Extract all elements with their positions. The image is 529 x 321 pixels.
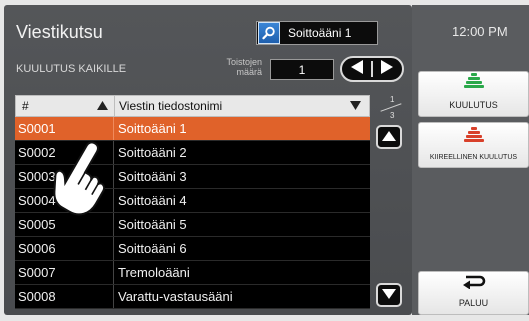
- table-row[interactable]: S0006 Soittoääni 6: [15, 237, 370, 261]
- intercom-screen: Viestikutsu KUULUTUS KAIKILLE Soittoääni…: [0, 0, 529, 321]
- row-id: S0006: [15, 237, 114, 260]
- repeat-count-stepper[interactable]: [340, 56, 404, 82]
- repeat-label-line1: Toistojen: [226, 57, 262, 67]
- page-current: 1: [390, 95, 395, 104]
- triangle-up-icon: [382, 128, 396, 146]
- announce-button[interactable]: KUULUTUS: [418, 71, 529, 117]
- row-id: S0001: [15, 117, 114, 140]
- search-icon[interactable]: [258, 22, 280, 44]
- row-id: S0008: [15, 285, 114, 308]
- row-filename: Soittoääni 4: [118, 193, 187, 208]
- repeat-label-line2: määrä: [236, 67, 262, 77]
- search-field[interactable]: Soittoääni 1: [256, 21, 378, 45]
- row-id: S0007: [15, 261, 114, 284]
- back-label: PALUU: [458, 298, 489, 308]
- table-row[interactable]: S0007 Tremoloääni: [15, 261, 370, 285]
- page-title: Viestikutsu: [16, 22, 103, 42]
- row-filename: Soittoääni 2: [118, 145, 187, 160]
- row-filename: Soittoääni 1: [118, 121, 187, 136]
- chevron-left-icon[interactable]: [350, 59, 364, 80]
- repeat-count-value: 1: [270, 59, 334, 80]
- page-total: 3: [390, 111, 395, 120]
- table-row[interactable]: S0008 Varattu-vastausääni: [15, 285, 370, 309]
- repeat-count-label: Toistojen määrä: [196, 57, 262, 77]
- column-number-label: #: [22, 99, 29, 113]
- triangle-down-icon: [382, 286, 396, 304]
- return-arrow-icon: [462, 275, 486, 294]
- column-number-header[interactable]: #: [16, 96, 115, 116]
- page-indicator: 1 3: [376, 95, 406, 121]
- back-button[interactable]: PALUU: [418, 271, 529, 315]
- row-filename: Soittoääni 5: [118, 217, 187, 232]
- announce-label: KUULUTUS: [449, 100, 498, 110]
- urgent-announce-label: KIIREELLINEN KUULUTUS: [429, 154, 518, 161]
- row-filename: Varattu-vastausääni: [118, 289, 233, 304]
- speaker-green-icon: [463, 73, 484, 96]
- clock: 12:00 PM: [452, 24, 508, 39]
- search-value: Soittoääni 1: [288, 26, 352, 40]
- column-filename-label: Viestin tiedostonimi: [119, 99, 223, 113]
- speaker-red-icon: [463, 127, 484, 150]
- stepper-divider: [371, 61, 373, 77]
- scroll-down-button[interactable]: [376, 283, 402, 307]
- table-header: # Viestin tiedostonimi: [15, 95, 370, 117]
- page-subtitle: KUULUTUS KAIKILLE: [16, 63, 127, 75]
- row-filename: Soittoääni 6: [118, 241, 187, 256]
- sort-up-icon: [97, 99, 108, 113]
- row-filename: Tremoloääni: [118, 265, 190, 280]
- chevron-right-icon[interactable]: [380, 59, 394, 80]
- scroll-up-button[interactable]: [376, 125, 402, 149]
- sort-down-icon: [350, 99, 361, 113]
- tap-hand-icon: [53, 141, 106, 216]
- row-filename: Soittoääni 3: [118, 169, 187, 184]
- urgent-announce-button[interactable]: KIIREELLINEN KUULUTUS: [418, 122, 529, 168]
- column-filename-header[interactable]: Viestin tiedostonimi: [115, 96, 369, 116]
